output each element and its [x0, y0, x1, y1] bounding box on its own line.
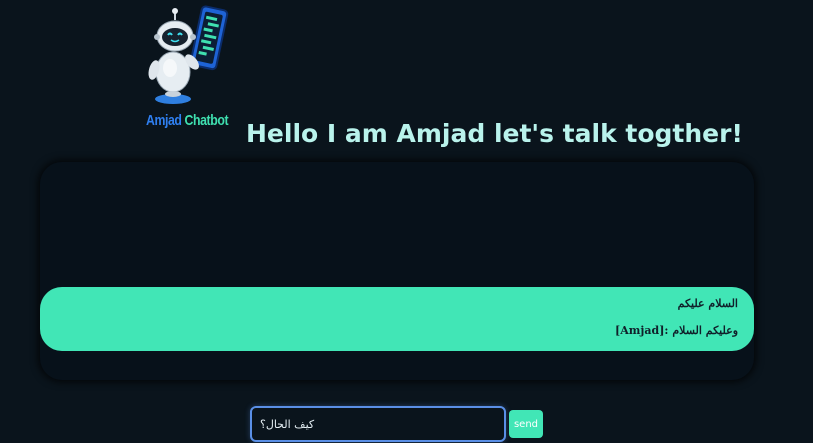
chat-window[interactable]: السلام عليكم وعليكم السلام [Amjad]:	[40, 162, 754, 380]
message-bubble: السلام عليكم وعليكم السلام [Amjad]:	[40, 287, 754, 351]
bot-reply: وعليكم السلام [Amjad]:	[56, 323, 738, 350]
page-title: Hello I am Amjad let's talk togther!	[246, 119, 743, 148]
chat-page: Amjad Chatbot Hello I am Amjad let's tal…	[0, 0, 813, 443]
bot-reply-text: وعليكم السلام	[672, 324, 738, 337]
robot-holding-phone-icon	[148, 5, 229, 104]
message-input[interactable]	[250, 406, 506, 442]
send-button[interactable]: send	[509, 410, 543, 438]
user-message-text: السلام عليكم	[677, 297, 738, 310]
bot-reply-sender: [Amjad]:	[615, 324, 669, 337]
user-message: السلام عليكم	[56, 296, 738, 323]
